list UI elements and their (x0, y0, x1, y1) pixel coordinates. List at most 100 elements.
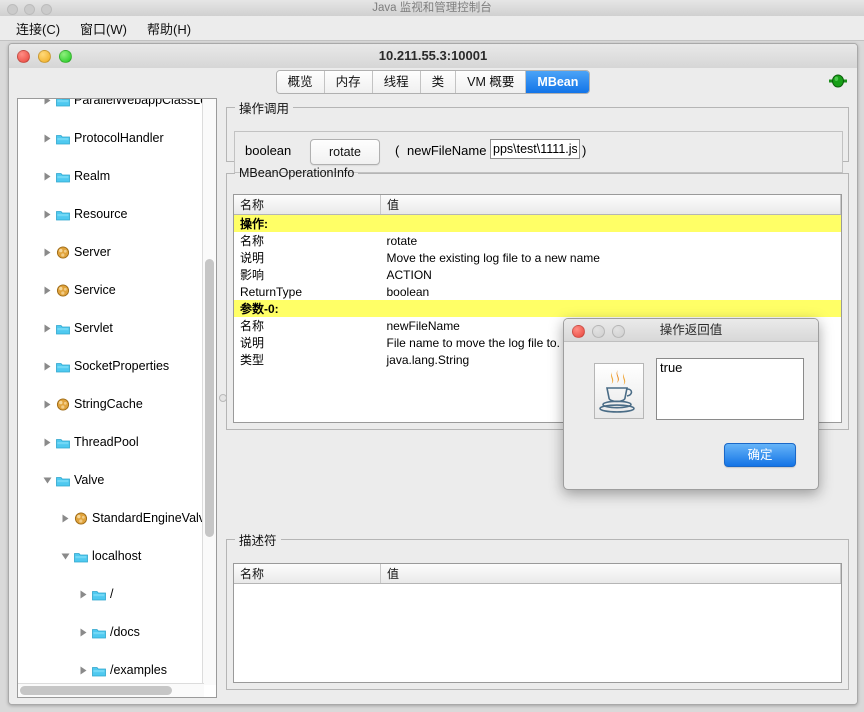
tree-node[interactable]: StringCache (18, 395, 204, 414)
mbean-icon (56, 281, 72, 303)
cell-name: 影响 (234, 266, 381, 283)
table-row[interactable]: 说明Move the existing log file to a new na… (234, 249, 841, 266)
chevron-right-icon[interactable] (78, 661, 89, 680)
cell-name: 说明 (234, 334, 381, 351)
tree-node[interactable]: ThreadPool (18, 433, 204, 452)
tree-node[interactable]: Realm (18, 167, 204, 186)
tab-overview[interactable]: 概览 (277, 71, 325, 93)
mbean-operation-info-legend: MBeanOperationInfo (235, 166, 358, 180)
tree-node[interactable]: / (18, 585, 204, 604)
paren-close: ) (582, 143, 586, 158)
tab-memory[interactable]: 内存 (325, 71, 373, 93)
cell-name: 类型 (234, 351, 381, 368)
chevron-right-icon[interactable] (78, 585, 89, 604)
tree-node[interactable]: Valve (18, 471, 204, 490)
column-header-name[interactable]: 名称 (234, 195, 381, 215)
tree-node-label: Servlet (74, 319, 113, 338)
chevron-right-icon[interactable] (78, 623, 89, 642)
folder-icon (56, 129, 72, 151)
column-header-value[interactable]: 值 (381, 564, 841, 584)
tree-horizontal-scrollbar[interactable] (18, 683, 204, 697)
tree-vertical-scrollbar[interactable] (202, 99, 216, 685)
tree-node[interactable]: Server (18, 243, 204, 262)
chevron-right-icon[interactable] (60, 509, 71, 528)
cell-value: boolean (381, 283, 841, 300)
tree-node[interactable]: SocketProperties (18, 357, 204, 376)
tab-threads[interactable]: 线程 (373, 71, 421, 93)
folder-icon (56, 99, 72, 110)
tree-node[interactable]: localhost (18, 547, 204, 566)
folder-icon (56, 319, 72, 341)
tree-node-label: Realm (74, 167, 110, 186)
folder-icon (92, 623, 108, 645)
tree-node[interactable]: Service (18, 281, 204, 300)
folder-icon (56, 167, 72, 189)
tree-node-label: / (110, 585, 113, 604)
chevron-right-icon[interactable] (42, 319, 53, 338)
return-value-textarea[interactable]: true (656, 358, 804, 420)
table-row[interactable]: 名称rotate (234, 232, 841, 249)
tree-node-label: /examples (110, 661, 167, 680)
chevron-down-icon[interactable] (42, 471, 53, 490)
tab-classes[interactable]: 类 (421, 71, 457, 93)
descriptor-table: 名称 值 (234, 564, 841, 584)
mbean-tree-scroll: ParallelWebappClassLoader ProtocolHandler… (18, 99, 204, 685)
operation-invocation-group: 操作调用 boolean rotate ( newFileName ) (226, 98, 849, 162)
new-file-name-input[interactable] (490, 139, 580, 159)
chevron-right-icon[interactable] (42, 433, 53, 452)
tree-node-label: ProtocolHandler (74, 129, 164, 148)
cell-value (381, 300, 841, 317)
table-row[interactable]: ReturnTypeboolean (234, 283, 841, 300)
app-titlebar: 10.211.55.3:10001 (9, 44, 857, 69)
plug-connector-icon[interactable] (827, 72, 849, 90)
table-section-row[interactable]: 参数-0: (234, 300, 841, 317)
tab-vm-summary[interactable]: VM 概要 (456, 71, 526, 93)
table-header-row: 名称 值 (234, 195, 841, 215)
tree-node[interactable]: Resource (18, 205, 204, 224)
argument-name-label: newFileName (407, 143, 486, 158)
dialog-titlebar: 操作返回值 (564, 319, 818, 342)
mbean-tree[interactable]: ParallelWebappClassLoader ProtocolHandler… (18, 99, 204, 685)
cell-value: rotate (381, 232, 841, 249)
cell-name: 说明 (234, 249, 381, 266)
menu-help[interactable]: 帮助(H) (137, 17, 201, 40)
tree-node-label: StringCache (74, 395, 143, 414)
chevron-right-icon[interactable] (42, 99, 53, 110)
chevron-down-icon[interactable] (60, 547, 71, 566)
tree-node[interactable]: ParallelWebappClassLoader (18, 99, 204, 110)
tab-mbean[interactable]: MBean (526, 71, 589, 93)
menu-window[interactable]: 窗口(W) (70, 17, 137, 40)
column-header-name[interactable]: 名称 (234, 564, 381, 584)
folder-icon (92, 661, 108, 683)
folder-icon (56, 205, 72, 227)
tree-node[interactable]: Servlet (18, 319, 204, 338)
menu-connect[interactable]: 连接(C) (6, 17, 70, 40)
menubar: 连接(C) 窗口(W) 帮助(H) (0, 16, 864, 41)
tree-vertical-scroll-thumb[interactable] (205, 259, 214, 537)
tree-node[interactable]: /examples (18, 661, 204, 680)
cell-value: ACTION (381, 266, 841, 283)
tree-node[interactable]: /docs (18, 623, 204, 642)
tree-node-label: localhost (92, 547, 141, 566)
chevron-right-icon[interactable] (42, 281, 53, 300)
chevron-right-icon[interactable] (42, 205, 53, 224)
table-row[interactable]: 影响ACTION (234, 266, 841, 283)
chevron-right-icon[interactable] (42, 129, 53, 148)
dialog-ok-button[interactable]: 确定 (724, 443, 796, 467)
chevron-right-icon[interactable] (42, 357, 53, 376)
chevron-right-icon[interactable] (42, 167, 53, 186)
invoke-rotate-button[interactable]: rotate (310, 139, 380, 165)
tree-node[interactable]: ProtocolHandler (18, 129, 204, 148)
table-section-row[interactable]: 操作: (234, 215, 841, 233)
tree-node-label: /docs (110, 623, 140, 642)
tree-node[interactable]: StandardEngineValve (18, 509, 204, 528)
app-window-title: 10.211.55.3:10001 (9, 44, 857, 68)
chevron-right-icon[interactable] (42, 243, 53, 262)
tree-node-label: Resource (74, 205, 128, 224)
chevron-right-icon[interactable] (42, 395, 53, 414)
tree-node-label: Valve (74, 471, 104, 490)
column-header-value[interactable]: 值 (381, 195, 841, 215)
tree-horizontal-scroll-thumb[interactable] (20, 686, 172, 695)
split-pane-divider[interactable] (218, 98, 226, 698)
mbean-icon (56, 395, 72, 417)
